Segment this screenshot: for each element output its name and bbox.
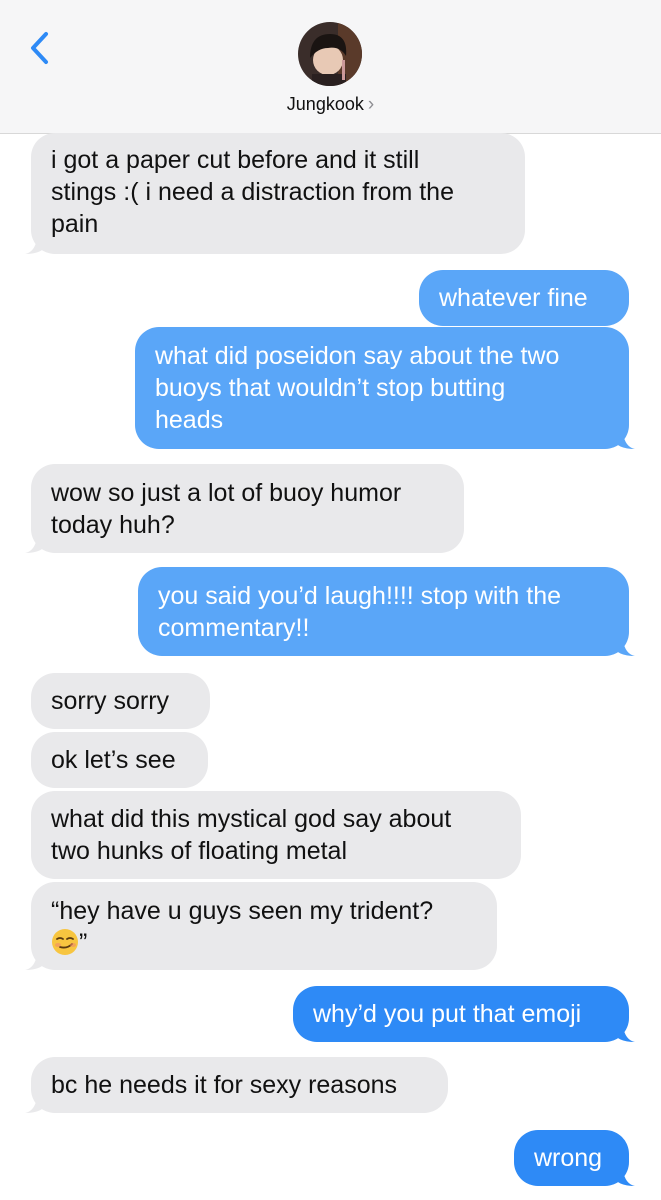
- message-line: bc he needs it for sexy reasons: [51, 1071, 398, 1099]
- bubble-tail: [25, 954, 47, 970]
- message-line: two hunks of floating metal: [51, 837, 347, 865]
- message-bubble-incoming: “hey have u guys seen my trident? ”: [25, 882, 497, 970]
- bubble-tail: [25, 238, 47, 254]
- bubble-tail: [25, 1097, 47, 1113]
- message-bubble-incoming: sorry sorry: [31, 673, 210, 729]
- message-line: i got a paper cut before and it still: [51, 146, 420, 174]
- message-line: buoys that wouldn’t stop butting: [155, 374, 506, 402]
- message-bubble-incoming: bc he needs it for sexy reasons: [25, 1057, 448, 1113]
- chevron-left-icon[interactable]: [22, 28, 62, 68]
- contact-name-button[interactable]: Jungkook ›: [0, 94, 661, 116]
- message-bubble-outgoing: whatever fine: [419, 270, 629, 326]
- message-line: sorry sorry: [51, 687, 170, 715]
- message-bubble-outgoing: wrong: [514, 1130, 635, 1186]
- contact-name: Jungkook: [286, 94, 364, 114]
- bubble-tail: [613, 640, 635, 656]
- message-line: “hey have u guys seen my trident?: [51, 897, 434, 925]
- message-bubble-outgoing: you said you’d laugh!!!! stop with the c…: [138, 567, 635, 656]
- smirk-emoji-icon: [52, 929, 78, 955]
- bubble-tail: [613, 433, 635, 449]
- message-bubble-incoming: what did this mystical god say about two…: [31, 791, 521, 879]
- bubble-tail: [613, 1170, 635, 1186]
- bubble-tail: [613, 1026, 635, 1042]
- message-bubble-incoming: ok let’s see: [31, 732, 208, 788]
- message-line: pain: [51, 210, 99, 238]
- bubble-tail: [25, 537, 47, 553]
- message-bubble-incoming: i got a paper cut before and it still st…: [25, 133, 525, 254]
- conversation-header: Jungkook ›: [0, 0, 661, 134]
- message-bubble-incoming: wow so just a lot of buoy humor today hu…: [25, 464, 464, 553]
- message-line: ”: [51, 927, 477, 959]
- message-line: stings :( i need a distraction from the: [51, 178, 454, 206]
- chevron-right-icon: ›: [367, 94, 375, 115]
- message-line: commentary!!: [158, 614, 310, 642]
- message-line: wow so just a lot of buoy humor: [51, 479, 402, 507]
- message-line: what did poseidon say about the two: [155, 342, 560, 370]
- message-line: today huh?: [51, 511, 175, 539]
- message-bubble-outgoing: why’d you put that emoji: [293, 986, 635, 1042]
- message-line: wrong: [534, 1144, 603, 1172]
- message-line: heads: [155, 406, 224, 434]
- message-line: ok let’s see: [51, 746, 176, 774]
- message-bubble-outgoing: what did poseidon say about the two buoy…: [135, 327, 635, 449]
- message-line: you said you’d laugh!!!! stop with the: [158, 582, 562, 610]
- avatar[interactable]: [298, 22, 362, 86]
- message-line: why’d you put that emoji: [313, 1000, 582, 1028]
- message-line: what did this mystical god say about: [51, 805, 452, 833]
- message-line: whatever fine: [439, 284, 588, 312]
- message-line-text: ”: [79, 929, 88, 957]
